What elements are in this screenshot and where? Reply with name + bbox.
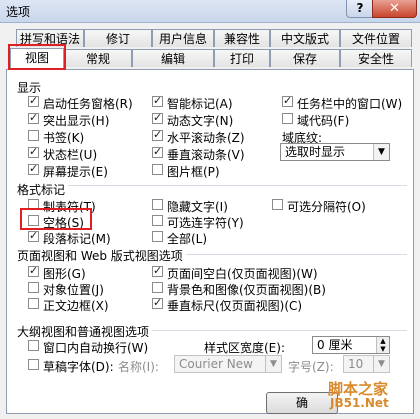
- help-button[interactable]: ?: [346, 0, 374, 18]
- tab-print[interactable]: 打印: [214, 49, 270, 67]
- checkbox[interactable]: [28, 130, 39, 141]
- checkbox[interactable]: [28, 145, 39, 158]
- outline-section-title: 大纲视图和普通视图选项: [17, 323, 153, 340]
- checkbox[interactable]: [28, 94, 39, 107]
- tab-revisions[interactable]: 修订: [84, 29, 152, 47]
- checkbox[interactable]: [28, 229, 39, 242]
- checkbox[interactable]: [152, 215, 163, 226]
- tab-user-info[interactable]: 用户信息: [152, 29, 214, 47]
- tab-view-highlight-box: [8, 44, 66, 70]
- checkbox[interactable]: [282, 94, 293, 107]
- checkbox[interactable]: [152, 111, 163, 124]
- checkbox[interactable]: [282, 113, 293, 124]
- font-size-label: 字号(Z):: [288, 360, 334, 374]
- chevron-down-icon[interactable]: ▼: [265, 356, 281, 372]
- page-web-section-title: 页面视图和 Web 版式视图选项: [17, 247, 186, 264]
- font-size-select[interactable]: 10 ▼: [343, 355, 390, 373]
- checkbox[interactable]: [152, 296, 163, 309]
- tab-save[interactable]: 保存: [270, 49, 340, 67]
- checkbox[interactable]: [152, 128, 163, 141]
- font-name-select[interactable]: Courier New ▼: [174, 355, 282, 373]
- checkbox[interactable]: [152, 94, 163, 107]
- watermark-line2: JB51.Net: [330, 396, 389, 410]
- checkbox[interactable]: [152, 264, 163, 277]
- checkbox[interactable]: [152, 145, 163, 158]
- chevron-down-icon[interactable]: ▼: [373, 144, 389, 160]
- tab-compatibility[interactable]: 兼容性: [214, 29, 270, 47]
- chevron-down-icon[interactable]: ▼: [373, 356, 389, 372]
- field-shading-select[interactable]: 选取时显示 ▼: [280, 143, 390, 161]
- checkbox[interactable]: [272, 199, 283, 210]
- tab-file-locations[interactable]: 文件位置: [340, 29, 412, 47]
- tab-asian-typography[interactable]: 中文版式: [270, 29, 340, 47]
- spaces-highlight-box: [20, 208, 92, 230]
- site-watermark: 脚本之家 JB51.Net: [320, 376, 416, 416]
- tab-general[interactable]: 常规: [64, 49, 132, 67]
- tab-security[interactable]: 安全性: [340, 49, 412, 67]
- checkbox[interactable]: [28, 264, 39, 277]
- divider: [17, 185, 407, 186]
- chevron-down-icon[interactable]: ▼: [376, 345, 389, 353]
- checkbox[interactable]: [28, 340, 39, 351]
- format-marks-section-title: 格式标记: [17, 181, 69, 198]
- style-area-width-stepper[interactable]: 0 厘米 ▲ ▼: [312, 336, 390, 354]
- style-area-width-label: 样式区宽度(E):: [204, 341, 285, 355]
- checkbox[interactable]: [152, 231, 163, 242]
- tab-edit[interactable]: 编辑: [132, 49, 214, 67]
- checkbox[interactable]: [28, 298, 39, 309]
- checkbox[interactable]: [152, 282, 163, 293]
- title-bar: 选项 ? ✕: [0, 0, 420, 23]
- checkbox[interactable]: [152, 164, 163, 175]
- window-title: 选项: [6, 5, 31, 19]
- checkbox[interactable]: [28, 162, 39, 175]
- checkbox[interactable]: [28, 282, 39, 293]
- style-area-width-value: 0 厘米: [317, 338, 353, 352]
- font-name-value: Courier New: [179, 357, 253, 371]
- font-name-label: 名称(I):: [118, 360, 159, 374]
- checkbox[interactable]: [152, 199, 163, 210]
- close-button[interactable]: ✕: [372, 0, 417, 18]
- font-size-value: 10: [348, 357, 364, 371]
- field-shading-value: 选取时显示: [285, 145, 346, 159]
- checkbox[interactable]: [28, 359, 39, 370]
- checkbox[interactable]: [28, 111, 39, 124]
